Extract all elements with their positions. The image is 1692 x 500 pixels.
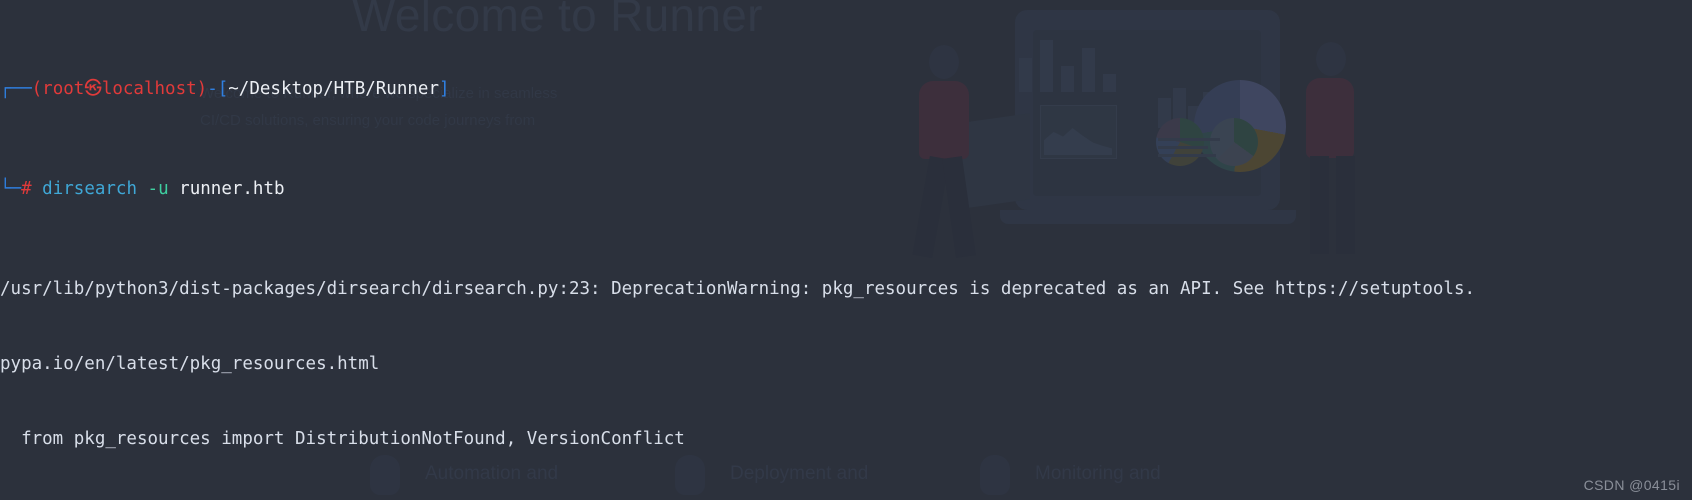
at-symbol-icon: ㉿ xyxy=(84,79,102,99)
prompt-path: ~/Desktop/HTB/Runner xyxy=(228,79,439,99)
prompt-line-2-command[interactable]: └─# dirsearch -u runner.htb xyxy=(0,177,1692,202)
csdn-watermark: CSDN @0415i xyxy=(1583,477,1680,493)
prompt-line-1: ┌──(root㉿localhost)-[~/Desktop/HTB/Runne… xyxy=(0,77,1692,102)
prompt-paren-open: ( xyxy=(31,79,43,99)
command-name: dirsearch xyxy=(42,179,137,199)
prompt-user: root xyxy=(42,79,85,99)
warning-line-3: from pkg_resources import DistributionNo… xyxy=(0,429,685,449)
prompt-dash-bracket: -[ xyxy=(207,79,229,99)
terminal-window: Welcome to Runner Welcome to Runner, whe… xyxy=(0,0,1692,500)
terminal-output[interactable]: ┌──(root㉿localhost)-[~/Desktop/HTB/Runne… xyxy=(0,0,1692,500)
prompt-corner-top: ┌── xyxy=(0,79,32,99)
warning-line-2: pypa.io/en/latest/pkg_resources.html xyxy=(0,354,380,374)
warning-line-1: /usr/lib/python3/dist-packages/dirsearch… xyxy=(0,279,1476,299)
prompt-bracket-close: ] xyxy=(438,79,450,99)
command-argument: runner.htb xyxy=(179,179,285,199)
command-flag: -u xyxy=(147,179,169,199)
prompt-hash-symbol: # xyxy=(21,179,32,199)
prompt-paren-close: ) xyxy=(196,79,208,99)
prompt-host: localhost xyxy=(101,79,197,99)
prompt-corner-bottom: └─ xyxy=(0,179,22,199)
